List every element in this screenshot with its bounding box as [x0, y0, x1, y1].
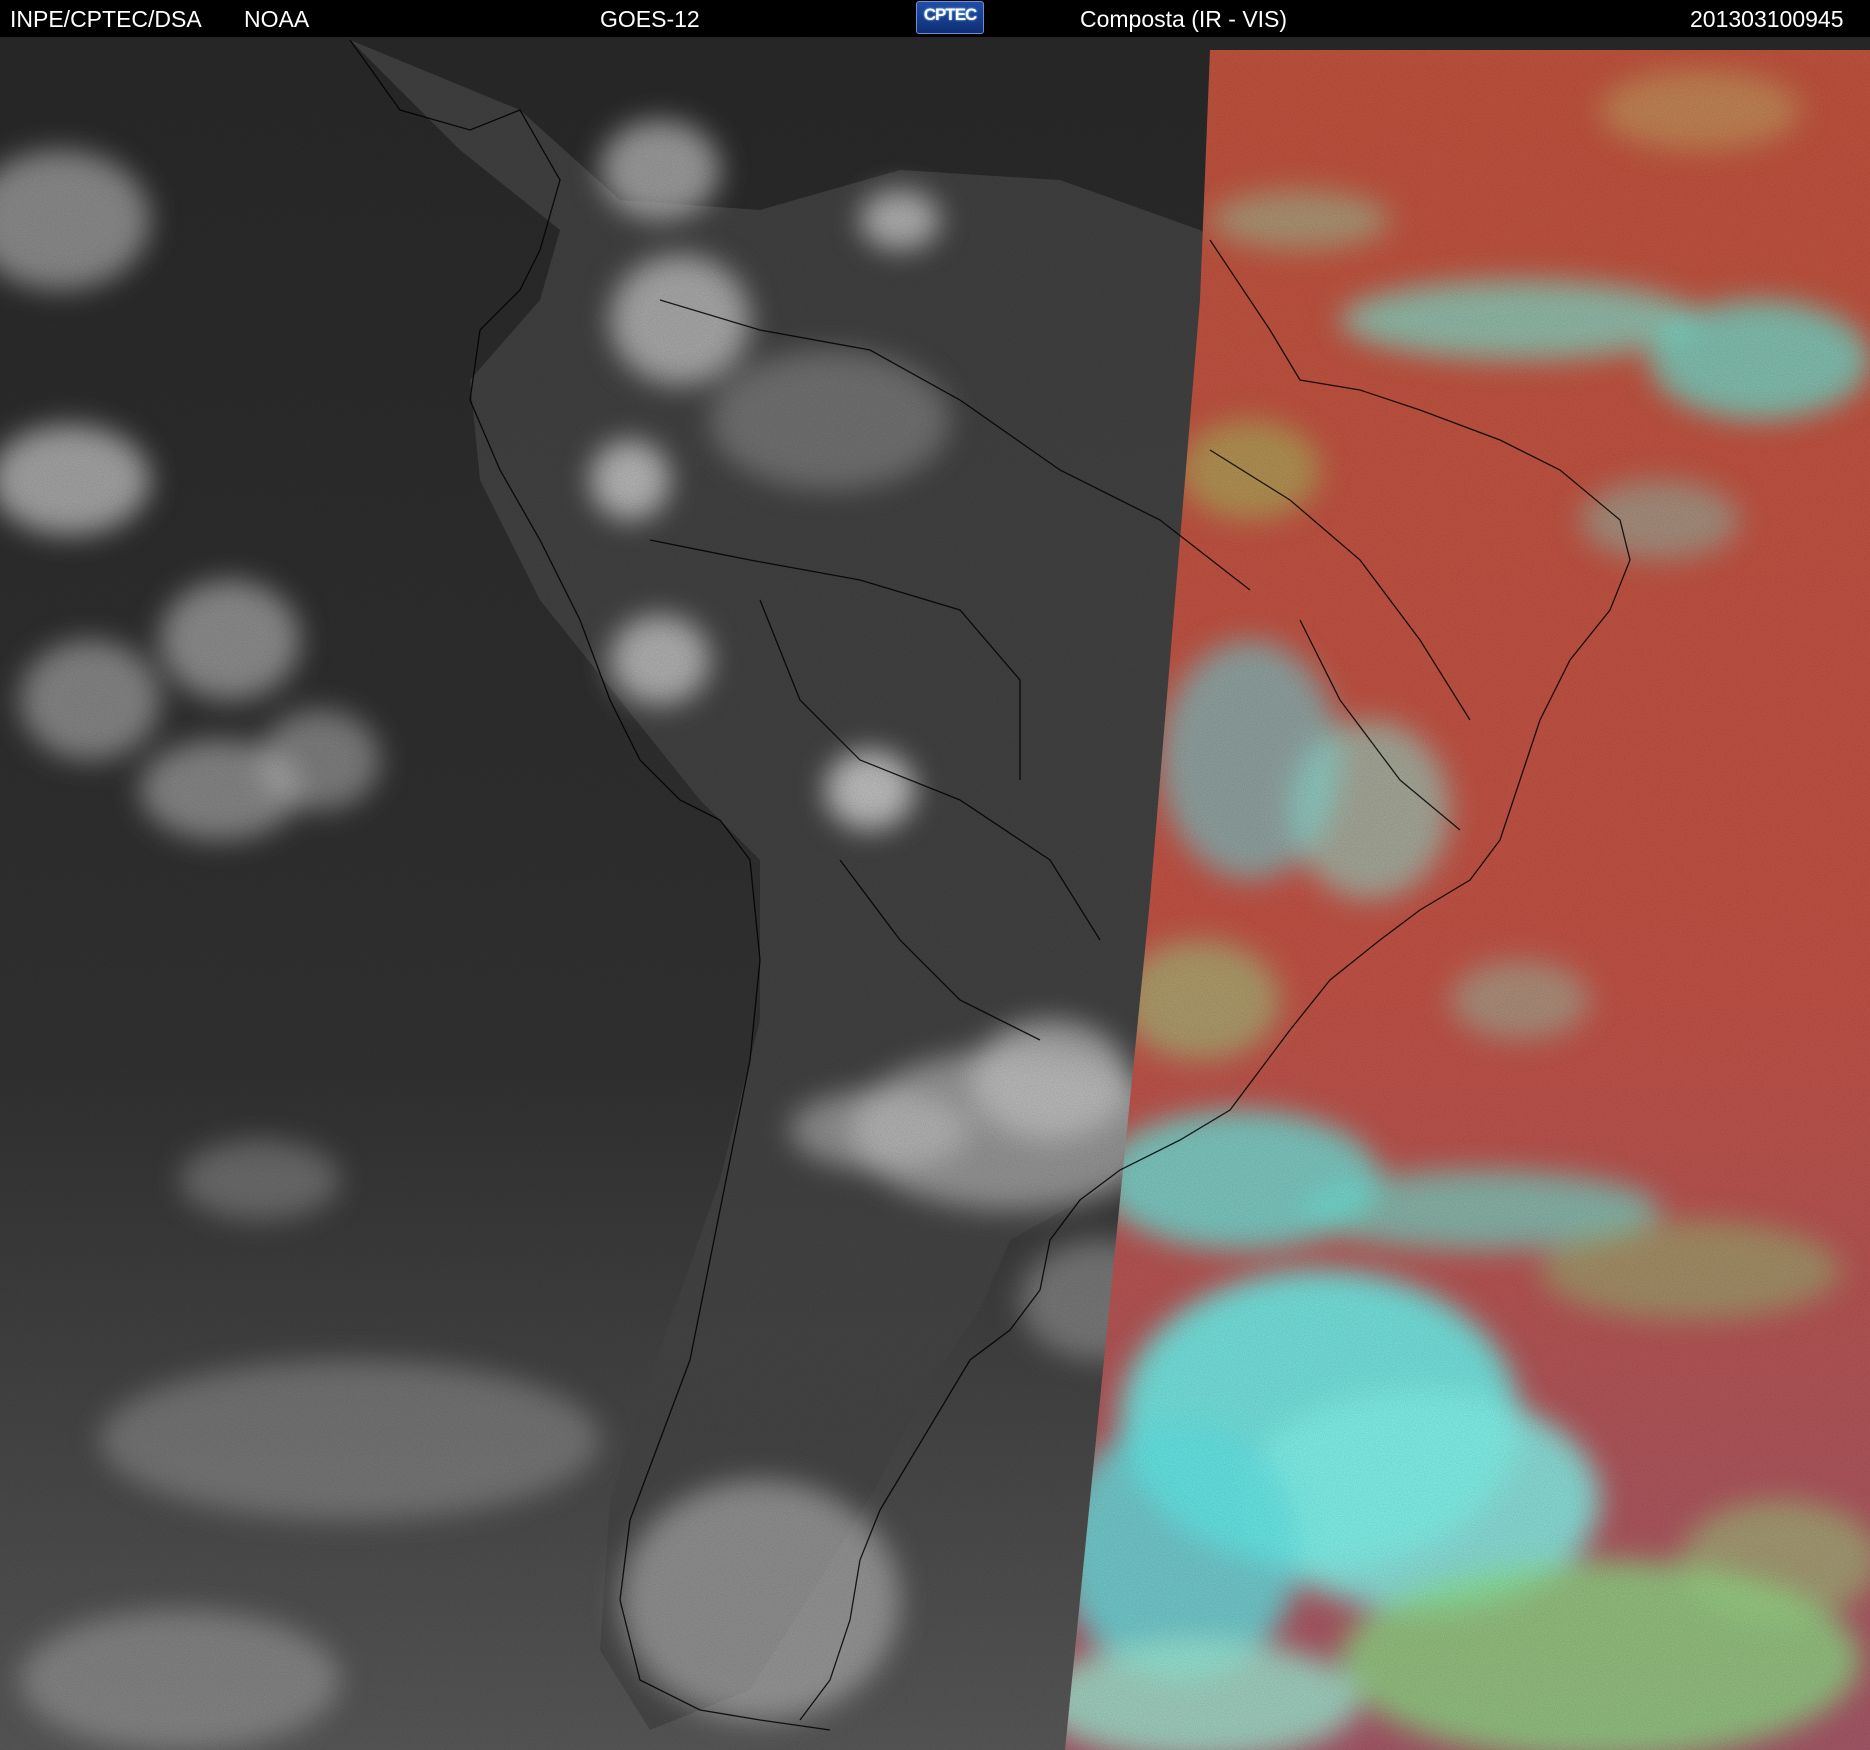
institution-label: INPE/CPTEC/DSA [10, 6, 202, 32]
satellite-composite-image [0, 37, 1870, 1750]
satellite-label: GOES-12 [600, 6, 700, 32]
timestamp-label: 201303100945 [1690, 6, 1844, 32]
product-label: Composta (IR - VIS) [1080, 6, 1288, 32]
cptec-logo-text: CPTEC [923, 5, 978, 24]
cptec-logo: CPTEC [916, 1, 984, 34]
agency-label: NOAA [244, 6, 310, 32]
image-header-bar: INPE/CPTEC/DSA NOAA GOES-12 CPTEC Compos… [0, 0, 1870, 37]
